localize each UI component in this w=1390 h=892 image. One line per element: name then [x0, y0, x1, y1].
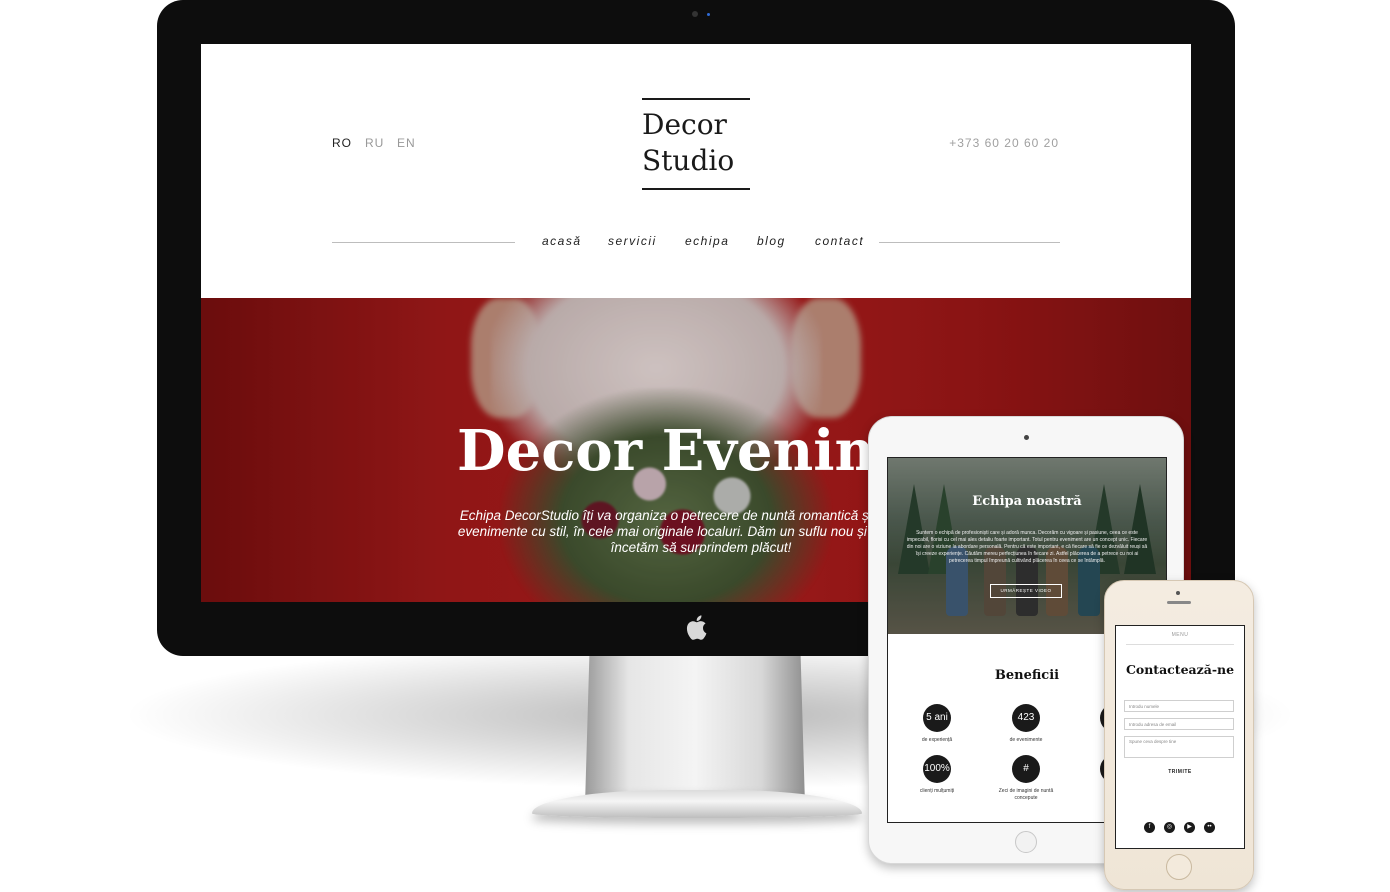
nav-blog[interactable]: blog [757, 234, 786, 248]
send-button[interactable]: TRIMITE [1116, 769, 1244, 775]
camera-icon [1176, 591, 1180, 595]
lang-en[interactable]: EN [397, 136, 416, 150]
apple-logo-icon [686, 615, 707, 640]
team-title: Echipa noastră [972, 494, 1082, 509]
nav-divider-right [879, 242, 1060, 243]
stat-clients-label: clienți mulțumiți [919, 788, 955, 794]
message-field[interactable]: Spune ceva despre tine [1124, 736, 1234, 758]
stat-events-circle: 423 [1012, 704, 1040, 732]
camera-icon [1024, 435, 1029, 440]
speaker-grille [1167, 601, 1191, 604]
youtube-icon[interactable]: ▶ [1184, 822, 1195, 833]
nav-echipa[interactable]: echipa [685, 234, 729, 248]
lang-ro[interactable]: RO [332, 136, 352, 150]
lang-ru[interactable]: RU [365, 136, 384, 150]
menu-button[interactable]: MENU [1116, 632, 1244, 638]
imac-stand-base [532, 790, 862, 818]
nav-servicii[interactable]: servicii [608, 234, 657, 248]
email-field[interactable]: Introdu adresa de email [1124, 718, 1234, 730]
facebook-icon[interactable]: f [1144, 822, 1155, 833]
watch-video-button[interactable]: URMĂREȘTE VIDEO [990, 584, 1062, 598]
iphone-device: MENU Contactează-ne Introdu numele Intro… [1104, 580, 1254, 890]
name-field[interactable]: Introdu numele [1124, 700, 1234, 712]
imac-stand [585, 655, 805, 805]
stat-clients-circle: 100% [923, 755, 951, 783]
stat-years-circle: 5 ani [923, 704, 951, 732]
camera-icon [692, 11, 698, 17]
instagram-icon[interactable]: ◎ [1164, 822, 1175, 833]
logo-line-2: Studio [642, 144, 735, 177]
site-logo[interactable]: Decor Studio [642, 98, 750, 190]
nav-divider-left [332, 242, 515, 243]
flickr-icon[interactable]: •• [1204, 822, 1215, 833]
home-button[interactable] [1166, 854, 1192, 880]
camera-indicator [707, 13, 710, 16]
stat-images-label: Zeci de imagini de nuntă concepute [998, 788, 1054, 801]
stat-images-circle: # [1012, 755, 1040, 783]
contact-title: Contactează-ne [1125, 662, 1235, 677]
iphone-screen: MENU Contactează-ne Introdu numele Intro… [1115, 625, 1245, 849]
stat-years-label: de experiență [921, 737, 953, 743]
nav-acasa[interactable]: acasă [542, 234, 582, 248]
team-text: Suntem o echipă de profesioniști care și… [906, 530, 1148, 564]
nav-contact[interactable]: contact [815, 234, 864, 248]
home-button[interactable] [1015, 831, 1037, 853]
menu-divider [1126, 644, 1234, 645]
stat-events-label: de evenimente [1009, 737, 1043, 743]
phone-number[interactable]: +373 60 20 60 20 [949, 136, 1059, 150]
logo-line-1: Decor [642, 108, 727, 141]
